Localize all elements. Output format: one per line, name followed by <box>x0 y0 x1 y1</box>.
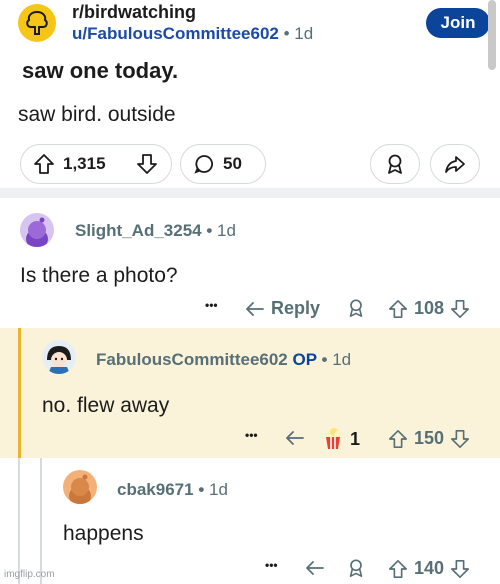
more-options-button[interactable]: ••• <box>205 298 218 312</box>
comment-author[interactable]: cbak9671 <box>117 480 194 499</box>
tree-icon <box>26 10 48 35</box>
award-icon <box>349 299 363 317</box>
award-count: 1 <box>350 428 361 449</box>
downvote-icon[interactable] <box>450 559 470 579</box>
post-title[interactable]: saw one today. <box>22 58 178 84</box>
comment-count: 50 <box>223 154 242 173</box>
comment-text: no. flew away <box>42 394 170 417</box>
reply-label: Reply <box>271 298 321 318</box>
comment-score: 150 <box>414 428 445 448</box>
commenter-avatar[interactable] <box>63 470 97 504</box>
reply-icon <box>286 431 304 445</box>
separator-dot: • <box>283 24 290 43</box>
post-author[interactable]: u/FabulousCommittee602 <box>72 24 279 43</box>
subreddit-avatar[interactable] <box>18 4 56 42</box>
more-icon: ••• <box>205 298 218 312</box>
more-options-button[interactable]: ••• <box>245 428 258 442</box>
post-author-line: u/FabulousCommittee602 • 1d <box>72 24 313 44</box>
comment-age: 1d <box>217 221 236 240</box>
comment-author-line: cbak9671 • 1d <box>117 480 228 500</box>
reply-icon <box>246 301 264 316</box>
comment-vote: 108 <box>388 298 470 319</box>
award-icon <box>349 559 363 577</box>
comment-author[interactable]: FabulousCommittee602 <box>96 350 288 369</box>
downvote-icon[interactable] <box>450 299 470 319</box>
reply-button[interactable] <box>305 558 325 578</box>
comment-text: happens <box>63 522 144 545</box>
separator-dot: • <box>198 480 205 499</box>
op-badge: OP <box>292 350 317 369</box>
downvote-icon[interactable] <box>450 429 470 449</box>
popcorn-award-icon <box>325 428 342 449</box>
post-body: saw bird. outside <box>18 103 176 126</box>
snoo-avatar-icon <box>69 474 91 504</box>
comment-author-line: Slight_Ad_3254 • 1d <box>75 221 236 241</box>
comment-author[interactable]: Slight_Ad_3254 <box>75 221 202 240</box>
vote-bar: 1,315 <box>20 144 172 184</box>
comment-age: 1d <box>332 350 352 369</box>
award-button[interactable] <box>346 558 366 578</box>
upvote-icon[interactable] <box>388 299 408 319</box>
comment-vote: 150 <box>388 428 470 449</box>
user-avatar-icon <box>47 346 71 374</box>
separator-dot: • <box>206 221 213 240</box>
upvote-icon[interactable] <box>33 153 55 175</box>
reply-button[interactable] <box>285 428 305 448</box>
join-button[interactable]: Join <box>426 8 490 38</box>
more-icon: ••• <box>265 558 278 572</box>
post: r/birdwatching u/FabulousCommittee602 • … <box>0 0 500 190</box>
comment-text: Is there a photo? <box>20 264 178 287</box>
share-icon <box>445 156 465 173</box>
commenter-avatar[interactable] <box>20 213 54 247</box>
section-divider <box>0 188 500 198</box>
comments-button[interactable]: 50 <box>180 144 266 184</box>
separator-dot: • <box>321 350 328 369</box>
comment-author-line: FabulousCommittee602 OP • 1d <box>96 350 351 370</box>
comment-vote: 140 <box>388 558 470 579</box>
upvote-icon[interactable] <box>388 429 408 449</box>
award-button[interactable] <box>346 298 366 318</box>
comment-score: 108 <box>414 298 445 318</box>
comment-icon <box>194 155 213 174</box>
thread-line[interactable] <box>40 458 42 584</box>
upvote-count: 1,315 <box>63 154 106 173</box>
award-button[interactable] <box>370 144 420 184</box>
award-button[interactable]: 1 <box>322 428 360 450</box>
reply-button[interactable]: Reply <box>245 298 320 319</box>
thread-line[interactable] <box>18 458 20 584</box>
commenter-avatar[interactable] <box>42 340 76 374</box>
downvote-icon[interactable] <box>136 153 158 175</box>
comment-score: 140 <box>414 558 445 578</box>
award-icon <box>388 154 402 174</box>
reply-icon <box>306 561 324 575</box>
subreddit-name[interactable]: r/birdwatching <box>72 2 196 23</box>
scrollbar[interactable] <box>488 0 496 70</box>
upvote-icon[interactable] <box>388 559 408 579</box>
watermark: imgflip.com <box>4 569 55 580</box>
snoo-avatar-icon <box>26 217 48 247</box>
more-options-button[interactable]: ••• <box>265 558 278 572</box>
highlight-bar <box>18 328 21 458</box>
comment-age: 1d <box>209 480 228 499</box>
more-icon: ••• <box>245 428 258 442</box>
share-button[interactable] <box>430 144 480 184</box>
post-age: 1d <box>294 24 314 43</box>
